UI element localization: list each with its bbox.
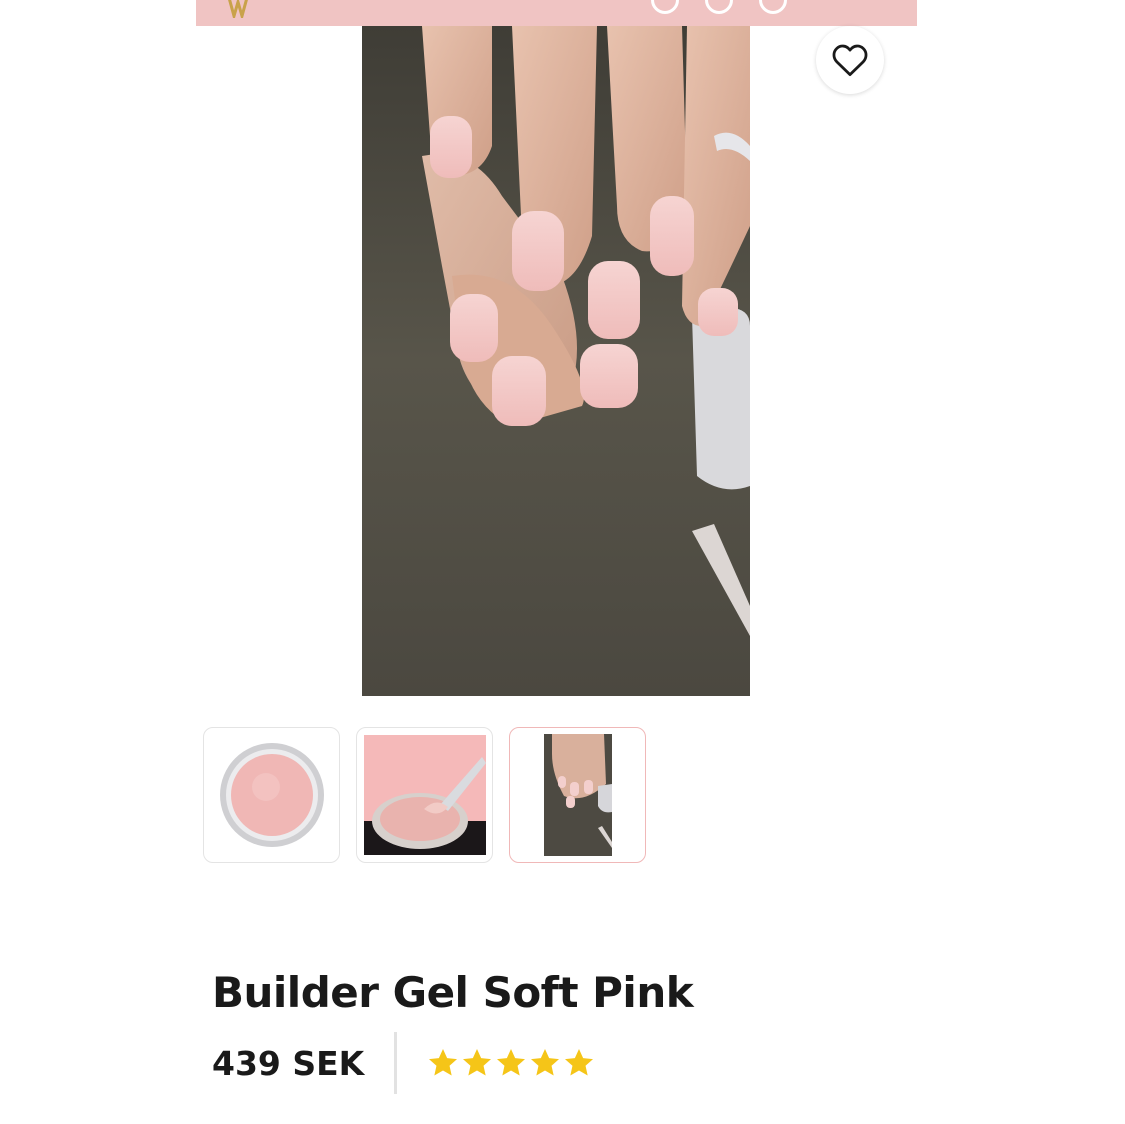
header-icon-group [651,0,787,14]
thumbnail-strip [203,727,646,863]
thumbnail-gel-jar-top[interactable] [203,727,340,863]
product-main-image[interactable] [362,26,750,696]
price-rating-row: 439 SEK [212,1032,595,1094]
star-icon [463,1049,492,1076]
star-icon [497,1049,526,1076]
hands-soft-pink-nails-image [362,26,750,696]
star-icon [429,1049,458,1076]
thumbnail-gel-jar-brush[interactable] [356,727,493,863]
rating-stars[interactable] [427,1047,595,1079]
heart-icon [832,44,868,77]
thumbnail-hands-nails[interactable] [509,727,646,863]
brand-logo-icon[interactable] [224,0,264,18]
product-price: 439 SEK [212,1043,365,1083]
wishlist-button[interactable] [816,26,884,94]
star-icon [565,1049,594,1076]
star-icon [531,1049,560,1076]
product-title: Builder Gel Soft Pink [212,968,694,1017]
gel-jar-with-brush-image [363,735,486,855]
cart-icon[interactable] [759,0,787,14]
account-icon[interactable] [705,0,733,14]
gel-jar-top-view-image [219,743,324,847]
divider [394,1032,398,1094]
search-icon[interactable] [651,0,679,14]
hands-soft-pink-nails-thumbnail [543,734,612,856]
site-header [196,0,917,26]
